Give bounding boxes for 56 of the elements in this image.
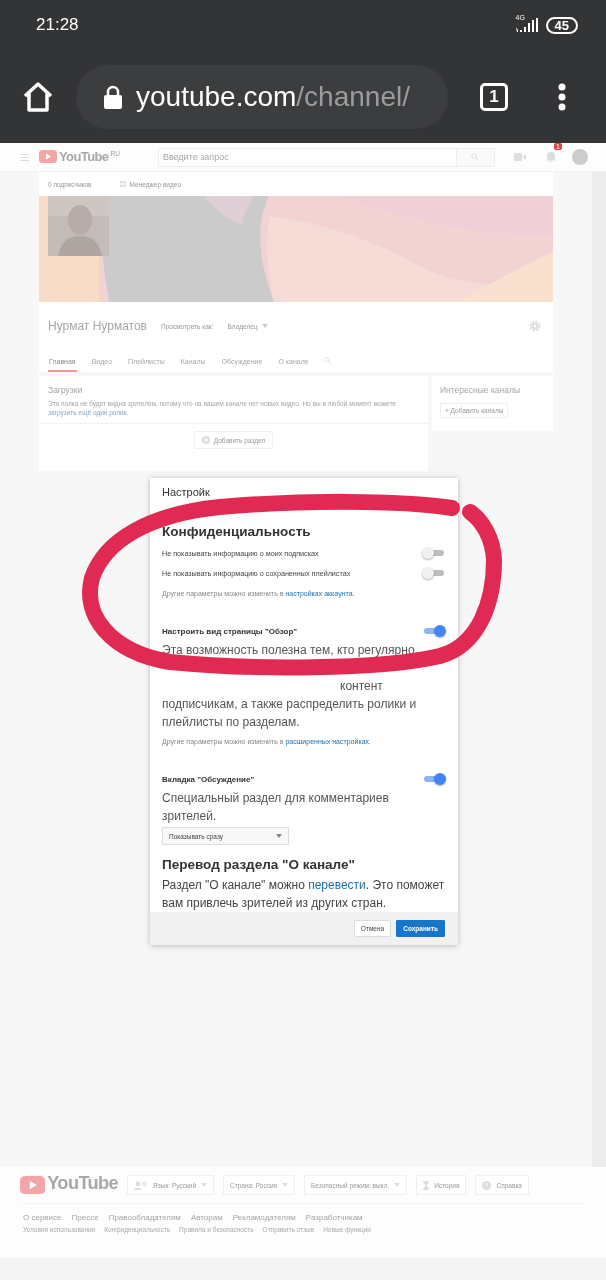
caret-icon	[276, 834, 282, 838]
search-icon[interactable]	[323, 357, 331, 364]
hourglass-icon	[423, 1180, 430, 1190]
section-heading: Перевод раздела "О канале"	[162, 857, 356, 872]
footer-link[interactable]: Рекламодателям	[232, 1213, 296, 1222]
caret-icon	[394, 1183, 401, 1187]
search-button[interactable]	[456, 147, 495, 167]
toggle-switch[interactable]	[422, 547, 446, 559]
caret-icon	[261, 324, 268, 328]
settings-icon[interactable]	[529, 320, 541, 332]
bell-icon[interactable]	[546, 151, 556, 162]
footer-link[interactable]: Правообладателям	[108, 1213, 181, 1222]
plus-circle-icon	[201, 436, 210, 444]
logo-text: YouTube	[59, 150, 109, 164]
lock-icon	[104, 84, 122, 109]
battery-indicator: 45	[545, 16, 578, 34]
account-avatar[interactable]	[572, 149, 588, 165]
translate-link[interactable]: перевести	[308, 878, 366, 892]
description-text: Специальный раздел для комментариев зрителей.	[162, 790, 390, 825]
grid-icon	[119, 181, 126, 187]
description-line: подписчикам, а также распределить ролики и	[162, 696, 418, 713]
footer-link[interactable]: Прессе	[71, 1213, 99, 1222]
description-line: плейлисты по разделам.	[162, 714, 301, 731]
dialog-title: Настройк	[162, 486, 211, 498]
search-field[interactable]: Введите запрос	[157, 147, 457, 167]
description-line: контент	[339, 678, 384, 695]
tab-count-button[interactable]: 1	[480, 82, 508, 111]
help-icon	[482, 1180, 492, 1190]
footer-link[interactable]: Разработчикам	[305, 1213, 363, 1222]
toggle-switch[interactable]	[422, 567, 446, 579]
caret-icon	[201, 1183, 207, 1187]
search-icon	[471, 153, 480, 161]
youtube-play-icon	[20, 1175, 46, 1195]
footer-link[interactable]: О сервисе	[23, 1213, 62, 1222]
section-title: Загрузки	[48, 385, 84, 395]
youtube-play-icon	[39, 150, 57, 163]
toggle-switch[interactable]	[422, 625, 446, 637]
menu-icon[interactable]	[20, 153, 29, 161]
video-camera-icon[interactable]	[514, 153, 526, 161]
url-text: youtube.com/channel/	[136, 80, 410, 113]
address-bar[interactable]: youtube.com/channel/	[76, 64, 448, 129]
more-menu-icon[interactable]	[558, 82, 566, 111]
section-title: Интересные каналы	[440, 385, 522, 395]
section-heading: Конфиденциальность	[162, 524, 312, 539]
clock: 21:28	[36, 15, 79, 35]
logo-text: YouTube	[47, 1175, 119, 1190]
toggle-label: Вкладка "Обсуждение"	[162, 774, 255, 784]
description-line: Эта возможность полезна тем, кто регулярно	[162, 642, 416, 659]
footer-link[interactable]: Авторам	[190, 1213, 223, 1222]
toggle-label: Настроить вид страницы "Обзор"	[162, 626, 298, 636]
toggle-switch[interactable]	[422, 773, 446, 785]
channel-name: Нурмат Нурматов	[48, 319, 147, 333]
caret-icon	[282, 1183, 289, 1187]
home-icon[interactable]	[22, 81, 54, 112]
translation-text: Раздел "О канале" можно перевести. Это поможет вам привлечь зрителей из других стран.	[162, 877, 446, 912]
people-icon	[134, 1180, 149, 1190]
